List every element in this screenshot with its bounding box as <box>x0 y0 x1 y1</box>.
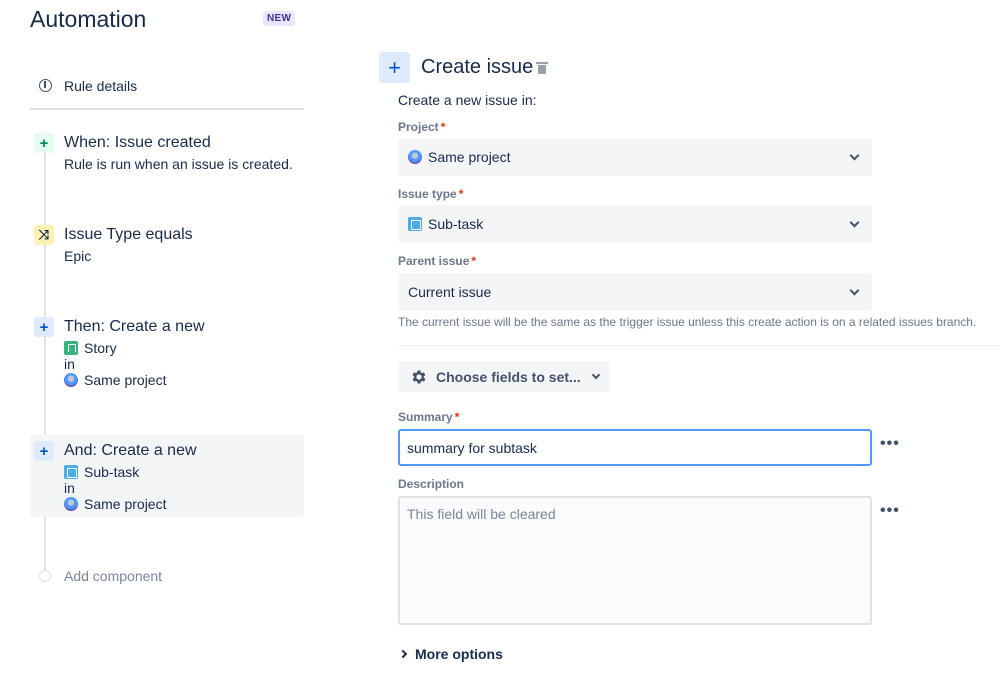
rule-details-item[interactable]: Rule details <box>30 72 304 110</box>
subtask-icon <box>64 465 78 479</box>
component-description: Epic <box>64 248 92 264</box>
chevron-down-icon <box>591 370 600 379</box>
component-title: Then: Create a new <box>64 318 205 335</box>
plus-icon: + <box>34 441 54 461</box>
parent-issue-select[interactable]: Current issue <box>398 273 872 311</box>
circle-icon <box>39 570 51 582</box>
component-description: Rule is run when an issue is created. <box>64 156 293 172</box>
project-icon <box>64 373 78 387</box>
shuffle-icon: ⤨ <box>34 225 54 245</box>
plus-icon: + <box>34 317 54 337</box>
issue-type-field-label: Issue type * <box>398 187 464 201</box>
parent-issue-helper-text: The current issue will be the same as th… <box>398 315 977 329</box>
parent-issue-field-label: Parent issue * <box>398 254 477 268</box>
project-icon <box>408 150 422 164</box>
choose-fields-button[interactable]: Choose fields to set... <box>398 361 610 392</box>
page-title: Automation <box>30 6 147 32</box>
component-title: Issue Type equals <box>64 226 193 243</box>
component-action-create-story[interactable]: + Then: Create a new Story in Same proje… <box>30 317 304 389</box>
chevron-down-icon <box>849 285 860 296</box>
issue-type-label: Sub-task <box>84 464 140 480</box>
required-marker: * <box>458 187 464 201</box>
plus-icon: + <box>379 52 410 83</box>
more-options-toggle[interactable]: More options <box>398 646 503 662</box>
description-field[interactable] <box>398 496 872 625</box>
summary-input[interactable] <box>398 429 872 466</box>
info-icon <box>39 79 52 92</box>
gear-icon <box>412 369 426 384</box>
chevron-right-icon <box>398 649 408 659</box>
project-select-value: Same project <box>428 149 511 165</box>
component-in-text: in <box>64 356 75 372</box>
rule-details-label: Rule details <box>64 78 138 94</box>
component-title: And: Create a new <box>64 442 197 459</box>
issue-type-label: Story <box>84 340 117 356</box>
component-issue-type: Sub-task <box>64 464 139 480</box>
project-label: Same project <box>84 372 167 388</box>
more-options-label: More options <box>415 646 503 662</box>
issue-type-select[interactable]: Sub-task <box>398 205 872 243</box>
choose-fields-label: Choose fields to set... <box>436 368 581 385</box>
description-field-label: Description <box>398 477 465 491</box>
project-field-label: Project * <box>398 120 446 134</box>
add-component-label: Add component <box>64 568 163 584</box>
required-marker: * <box>454 410 460 424</box>
trash-icon[interactable] <box>536 61 548 74</box>
component-title: When: Issue created <box>64 134 211 151</box>
parent-issue-select-value: Current issue <box>408 284 492 300</box>
summary-more-menu-button[interactable]: ••• <box>880 435 900 453</box>
project-select[interactable]: Same project <box>398 138 872 176</box>
divider <box>398 345 999 346</box>
add-component-button[interactable]: Add component <box>39 568 162 584</box>
project-icon <box>64 497 78 511</box>
chevron-down-icon <box>849 217 860 228</box>
required-marker: * <box>440 120 446 134</box>
subtask-icon <box>408 217 422 231</box>
new-badge: NEW <box>263 11 296 26</box>
create-in-label: Create a new issue in: <box>398 92 537 108</box>
chevron-down-icon <box>849 150 860 161</box>
component-trigger[interactable]: + When: Issue created Rule is run when a… <box>30 133 304 173</box>
project-label: Same project <box>84 496 167 512</box>
component-project: Same project <box>64 496 166 512</box>
required-marker: * <box>471 254 477 268</box>
component-action-create-subtask[interactable]: + And: Create a new Sub-task in Same pro… <box>30 434 304 517</box>
component-issue-type: Story <box>64 340 117 356</box>
summary-field-label: Summary * <box>398 410 460 424</box>
component-heading: Create issue <box>421 56 534 78</box>
component-project: Same project <box>64 372 166 388</box>
story-icon <box>64 341 78 355</box>
component-condition[interactable]: ⤨ Issue Type equals Epic <box>30 225 304 265</box>
description-more-menu-button[interactable]: ••• <box>880 502 900 520</box>
plus-icon: + <box>34 133 54 153</box>
issue-type-select-value: Sub-task <box>428 216 484 232</box>
component-in-text: in <box>64 480 75 496</box>
